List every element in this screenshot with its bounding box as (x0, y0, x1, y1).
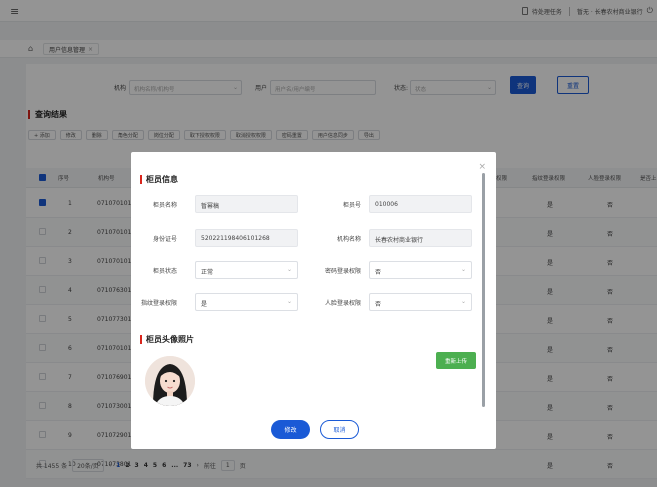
id-no-field: 520221198406101268 (195, 229, 298, 247)
teller-no-field: 010006 (369, 195, 472, 213)
pwd-login-select[interactable]: 否 ⌄ (369, 261, 472, 279)
dialog-scrollbar[interactable] (482, 173, 485, 407)
reupload-button[interactable]: 重新上传 (436, 352, 476, 369)
org-name-field: 长春农村商业银行 (369, 229, 472, 247)
chevron-down-icon: ⌄ (460, 298, 466, 305)
face-login-select[interactable]: 否 ⌄ (369, 293, 472, 311)
teller-name-label: 柜员名称 (152, 202, 177, 209)
section-title-teller-info: 柜员信息 (140, 175, 178, 184)
chevron-down-icon: ⌄ (286, 298, 292, 305)
face-login-label: 人脸登录权限 (324, 300, 361, 307)
avatar-photo (145, 356, 195, 406)
fp-login-select[interactable]: 是 ⌄ (195, 293, 298, 311)
teller-info-dialog: × 柜员信息 柜员名称 暂幂稿 柜员号 010006 身份证号 52022119… (131, 152, 496, 449)
close-icon[interactable]: × (478, 162, 486, 172)
person-photo-icon (145, 356, 195, 406)
status-select[interactable]: 正常 ⌄ (195, 261, 298, 279)
teller-name-field: 暂幂稿 (195, 195, 298, 213)
fp-login-label: 指纹登录权限 (140, 300, 177, 307)
cancel-button[interactable]: 取消 (320, 420, 359, 439)
modify-button[interactable]: 修改 (271, 420, 310, 439)
pwd-login-label: 密码登录权限 (324, 268, 361, 275)
chevron-down-icon: ⌄ (460, 266, 466, 273)
id-no-label: 身份证号 (152, 236, 177, 243)
teller-no-label: 柜员号 (342, 202, 361, 209)
org-name-label: 机构名称 (336, 236, 361, 243)
status-label: 柜员状态 (152, 268, 177, 275)
chevron-down-icon: ⌄ (286, 266, 292, 273)
section-title-avatar: 柜员头像照片 (140, 335, 194, 344)
